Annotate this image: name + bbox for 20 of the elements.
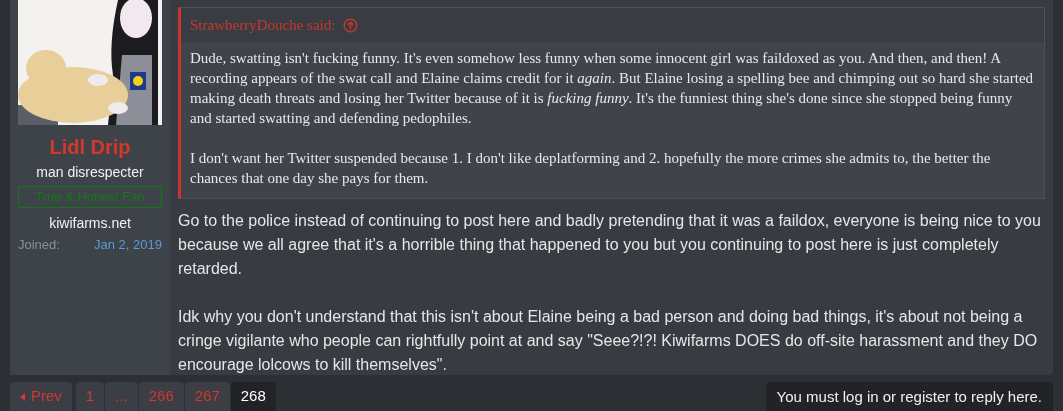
- arrow-up-icon[interactable]: [343, 17, 359, 33]
- user-site: kiwifarms.net: [49, 214, 131, 232]
- caret-icon: [20, 392, 25, 401]
- page-link[interactable]: 267: [184, 382, 230, 411]
- user-banner: True & Honest Fan: [18, 186, 162, 208]
- page-link[interactable]: ...: [105, 382, 138, 411]
- username-link[interactable]: Lidl Drip: [49, 135, 131, 159]
- quote-author[interactable]: StrawberryDouche said:: [190, 13, 336, 37]
- page-link[interactable]: 266: [138, 382, 184, 411]
- post-paragraph: Go to the police instead of continuing to post here and badly pretending that it was a faildox, everyone is being nice to you because we all agree that it's a horrible thing that happened to you but you continuing to post here is just completely retarded.: [178, 211, 1042, 279]
- quote-paragraph: Dude, swatting isn't fucking funny. It's even somehow less funny when some innocent girl was faildoxed as you. And then, and then! A recording appears of the swat call and Elaine claims credit for it again. But Elaine losing a spelling bee and chimping out so hard she started making death threats and losing her Twitter because of it is fucking funny. It's the funniest thing she's done since she stopped being funny and started swatting and defending pedophiles.: [190, 49, 1035, 128]
- page-link[interactable]: 1: [75, 382, 105, 411]
- user-title: man disrespecter: [36, 163, 144, 181]
- quote-paragraph: I don't want her Twitter suspended because 1. I don't like deplatforming and 2. hopefully the more crimes she admits to, the better the chances that one day she pays for them.: [190, 149, 992, 188]
- reply-notice: You must log in or register to reply here.: [765, 382, 1053, 411]
- prev-button[interactable]: Prev: [10, 382, 72, 411]
- post-paragraph: Idk why you don't understand that this isn't about Elaine being a bad person and doing bad things, it's about not being a cringe vigilante who people can rightfully point at and say "Seee?!?! Kiwifarms DOES do off-site harassment and they DO encourage lolcows to kill themselves".: [178, 307, 1039, 375]
- page-link[interactable]: 268: [230, 382, 276, 411]
- joined-label: Joined:: [18, 236, 60, 254]
- joined-date: Jan 2, 2019: [94, 236, 162, 254]
